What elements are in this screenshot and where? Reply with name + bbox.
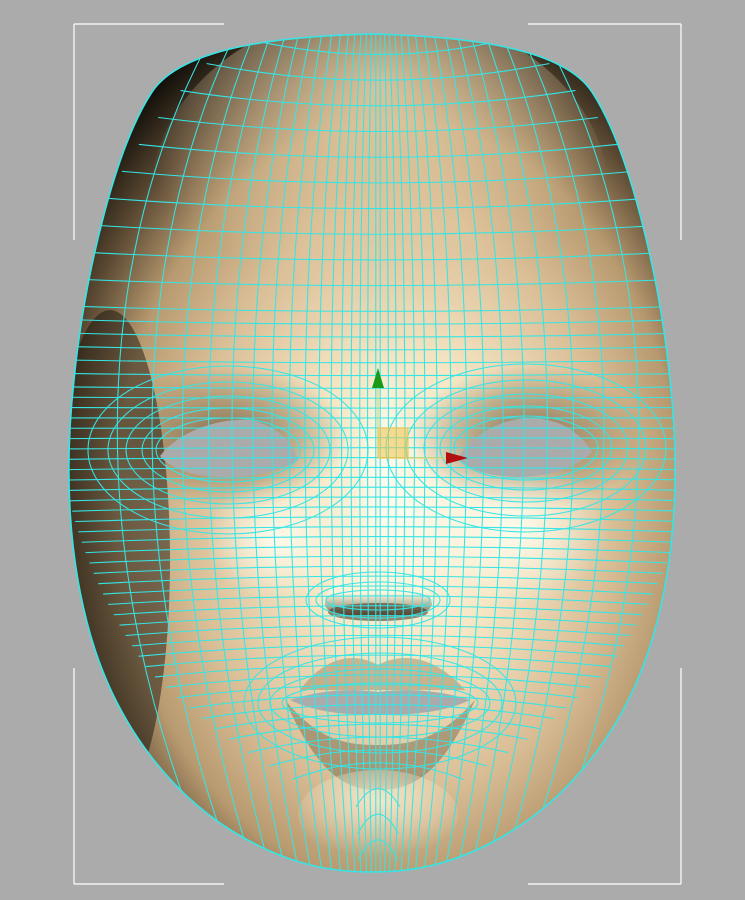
gizmo-center-box[interactable] — [377, 427, 409, 459]
scene-svg[interactable] — [0, 0, 745, 900]
face-mesh[interactable] — [50, 10, 698, 880]
viewport[interactable] — [0, 0, 745, 900]
